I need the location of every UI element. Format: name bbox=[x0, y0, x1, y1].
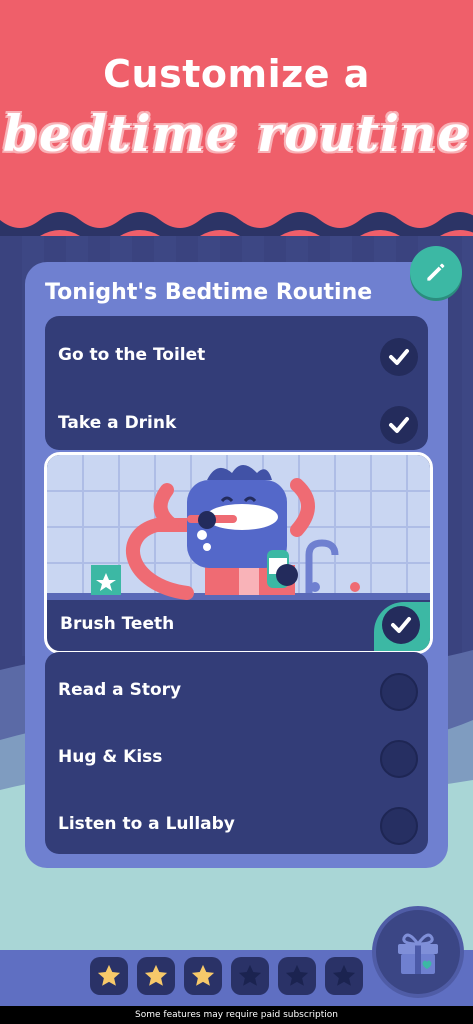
pencil-icon bbox=[427, 263, 445, 281]
routine-item-label: Brush Teeth bbox=[60, 614, 175, 634]
routine-item-label: Hug & Kiss bbox=[58, 747, 163, 767]
routine-item-drink[interactable]: Take a Drink bbox=[45, 392, 428, 458]
star-slot-earned bbox=[137, 957, 175, 995]
star-icon bbox=[238, 964, 262, 986]
star-slot-empty bbox=[278, 957, 316, 995]
checkbox-checked[interactable] bbox=[380, 406, 418, 444]
star-progress bbox=[90, 957, 363, 999]
routine-item-hug[interactable]: Hug & Kiss bbox=[45, 726, 428, 792]
star-icon bbox=[332, 964, 356, 986]
card-title: Tonight's Bedtime Routine bbox=[45, 280, 373, 305]
star-slot-earned bbox=[184, 957, 222, 995]
gift-icon bbox=[398, 933, 438, 974]
checkbox-empty[interactable] bbox=[380, 673, 418, 711]
checkbox-checked[interactable] bbox=[380, 338, 418, 376]
check-icon bbox=[389, 417, 409, 433]
star-icon bbox=[97, 964, 121, 986]
star-icon bbox=[285, 964, 309, 986]
routine-item-brush-teeth[interactable]: Brush Teeth bbox=[44, 452, 433, 654]
routine-item-story[interactable]: Read a Story bbox=[45, 659, 428, 725]
hero-title: Customize a bbox=[103, 52, 370, 96]
routine-item-label: Read a Story bbox=[58, 680, 182, 700]
star-slot-earned bbox=[90, 957, 128, 995]
checkbox-empty[interactable] bbox=[380, 807, 418, 845]
routine-item-toilet[interactable]: Go to the Toilet bbox=[45, 324, 428, 390]
hero-banner: Customize a bedtime routine bbox=[0, 0, 473, 236]
check-icon bbox=[389, 349, 409, 365]
routine-group-pending: Read a Story Hug & Kiss Listen to a Lull… bbox=[45, 652, 428, 854]
routine-item-label: Take a Drink bbox=[58, 413, 177, 433]
checkbox-checked[interactable] bbox=[382, 606, 420, 644]
checkbox-empty[interactable] bbox=[380, 740, 418, 778]
check-icon bbox=[391, 617, 411, 633]
routine-item-row[interactable]: Brush Teeth bbox=[47, 600, 430, 651]
brush-teeth-illustration bbox=[47, 455, 430, 600]
subscription-notice: Some features may require paid subscript… bbox=[0, 1006, 473, 1024]
star-icon bbox=[191, 964, 215, 986]
star-icon bbox=[144, 964, 168, 986]
routine-item-label: Listen to a Lullaby bbox=[58, 814, 235, 834]
star-slot-empty bbox=[325, 957, 363, 995]
reward-button[interactable] bbox=[372, 906, 464, 998]
routine-item-label: Go to the Toilet bbox=[58, 345, 206, 365]
routine-group-completed: Go to the Toilet Take a Drink bbox=[45, 316, 428, 450]
routine-item-lullaby[interactable]: Listen to a Lullaby bbox=[45, 793, 428, 859]
edit-routine-button[interactable] bbox=[410, 246, 462, 298]
star-slot-empty bbox=[231, 957, 269, 995]
hero-subtitle: bedtime routine bbox=[2, 104, 471, 163]
